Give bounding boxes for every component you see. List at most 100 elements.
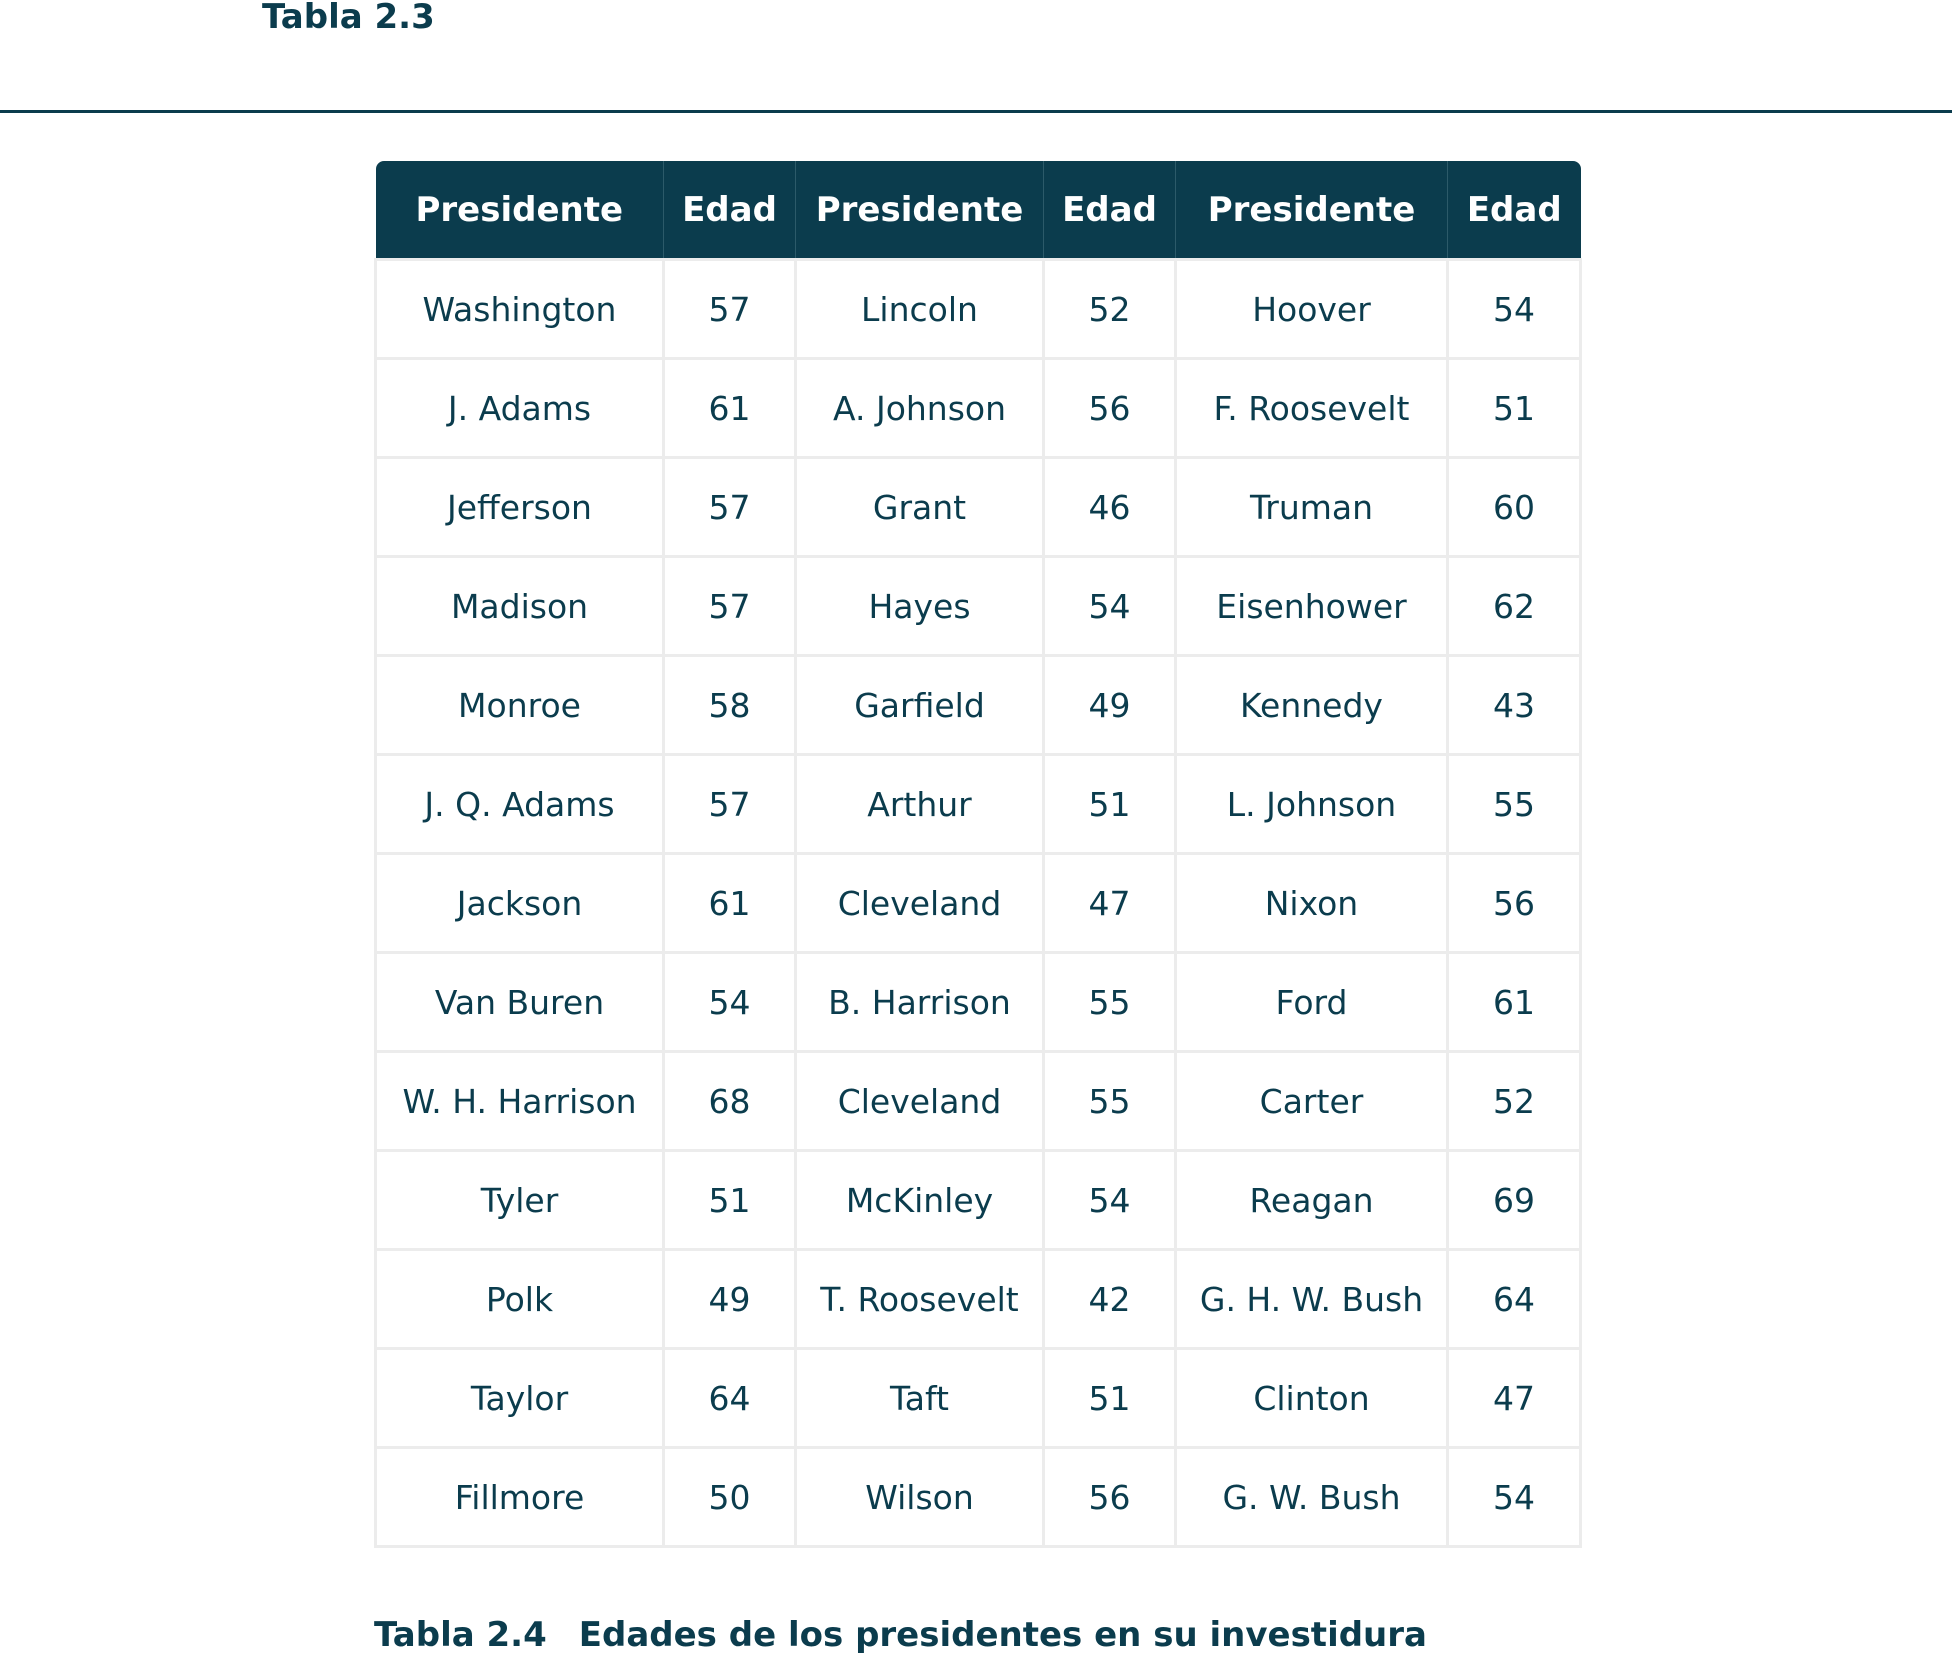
table-row: Jackson 61 Cleveland 47 Nixon 56: [374, 852, 1582, 954]
table-row: W. H. Harrison 68 Cleveland 55 Carter 52: [374, 1050, 1582, 1152]
age-cell: 61: [662, 357, 797, 459]
header-cell-presidente: Presidente: [1175, 161, 1448, 260]
age-cell: 69: [1446, 1149, 1582, 1251]
president-name-cell: T. Roosevelt: [794, 1248, 1045, 1350]
age-cell: 51: [1446, 357, 1582, 459]
age-cell: 58: [662, 654, 797, 756]
age-cell: 57: [662, 258, 797, 360]
president-name-cell: A. Johnson: [794, 357, 1045, 459]
age-cell: 61: [1446, 951, 1582, 1053]
president-name-cell: Lincoln: [794, 258, 1045, 360]
president-name-cell: Polk: [374, 1248, 665, 1350]
president-name-cell: Cleveland: [794, 852, 1045, 954]
president-name-cell: Jefferson: [374, 456, 665, 558]
age-cell: 55: [1446, 753, 1582, 855]
table-row: Fillmore 50 Wilson 56 G. W. Bush 54: [374, 1446, 1582, 1548]
president-name-cell: Grant: [794, 456, 1045, 558]
age-cell: 57: [662, 456, 797, 558]
age-cell: 56: [1446, 852, 1582, 954]
president-name-cell: Hoover: [1174, 258, 1449, 360]
age-cell: 57: [662, 555, 797, 657]
age-cell: 64: [662, 1347, 797, 1449]
section-divider: [0, 110, 1952, 113]
president-name-cell: Wilson: [794, 1446, 1045, 1548]
age-cell: 51: [1042, 753, 1177, 855]
caption-number: Tabla 2.4: [374, 1615, 547, 1655]
header-row: Presidente Edad Presidente Edad Presiden…: [375, 161, 1581, 260]
president-name-cell: Kennedy: [1174, 654, 1449, 756]
age-cell: 51: [662, 1149, 797, 1251]
president-name-cell: Van Buren: [374, 951, 665, 1053]
age-cell: 42: [1042, 1248, 1177, 1350]
president-name-cell: Ford: [1174, 951, 1449, 1053]
header-cell-edad: Edad: [1447, 161, 1581, 260]
table-row: Polk 49 T. Roosevelt 42 G. H. W. Bush 64: [374, 1248, 1582, 1350]
age-cell: 46: [1042, 456, 1177, 558]
caption-text: Edades de los presidentes en su investid…: [578, 1615, 1427, 1655]
president-name-cell: G. W. Bush: [1174, 1446, 1449, 1548]
president-name-cell: Garfield: [794, 654, 1045, 756]
president-name-cell: Jackson: [374, 852, 665, 954]
age-cell: 60: [1446, 456, 1582, 558]
table-row: Madison 57 Hayes 54 Eisenhower 62: [374, 555, 1582, 657]
table-row: Monroe 58 Garfield 49 Kennedy 43: [374, 654, 1582, 756]
president-name-cell: Nixon: [1174, 852, 1449, 954]
president-name-cell: Fillmore: [374, 1446, 665, 1548]
age-cell: 43: [1446, 654, 1582, 756]
previous-table-label: Tabla 2.3: [262, 0, 435, 37]
age-cell: 50: [662, 1446, 797, 1548]
president-name-cell: Arthur: [794, 753, 1045, 855]
table-row: Jefferson 57 Grant 46 Truman 60: [374, 456, 1582, 558]
age-cell: 51: [1042, 1347, 1177, 1449]
header-cell-presidente: Presidente: [795, 161, 1044, 260]
header-cell-edad: Edad: [1043, 161, 1176, 260]
president-name-cell: W. H. Harrison: [374, 1050, 665, 1152]
table-row: J. Adams 61 A. Johnson 56 F. Roosevelt 51: [374, 357, 1582, 459]
president-name-cell: J. Adams: [374, 357, 665, 459]
president-name-cell: Clinton: [1174, 1347, 1449, 1449]
table-row: Van Buren 54 B. Harrison 55 Ford 61: [374, 951, 1582, 1053]
president-name-cell: Taft: [794, 1347, 1045, 1449]
age-cell: 54: [1446, 258, 1582, 360]
age-cell: 68: [662, 1050, 797, 1152]
age-cell: 57: [662, 753, 797, 855]
age-cell: 54: [662, 951, 797, 1053]
table-header: Presidente Edad Presidente Edad Presiden…: [375, 161, 1581, 260]
president-name-cell: Washington: [374, 258, 665, 360]
president-name-cell: B. Harrison: [794, 951, 1045, 1053]
table-caption: Tabla 2.4 Edades de los presidentes en su…: [374, 1618, 1427, 1652]
age-cell: 47: [1446, 1347, 1582, 1449]
age-cell: 56: [1042, 1446, 1177, 1548]
president-name-cell: G. H. W. Bush: [1174, 1248, 1449, 1350]
header-cell-presidente: Presidente: [375, 161, 664, 260]
president-name-cell: Truman: [1174, 456, 1449, 558]
president-name-cell: McKinley: [794, 1149, 1045, 1251]
age-cell: 52: [1446, 1050, 1582, 1152]
table-row: J. Q. Adams 57 Arthur 51 L. Johnson 55: [374, 753, 1582, 855]
table-row: Taylor 64 Taft 51 Clinton 47: [374, 1347, 1582, 1449]
president-name-cell: Madison: [374, 555, 665, 657]
president-name-cell: F. Roosevelt: [1174, 357, 1449, 459]
age-cell: 64: [1446, 1248, 1582, 1350]
age-cell: 49: [1042, 654, 1177, 756]
president-name-cell: Hayes: [794, 555, 1045, 657]
president-name-cell: Monroe: [374, 654, 665, 756]
president-name-cell: Cleveland: [794, 1050, 1045, 1152]
president-name-cell: L. Johnson: [1174, 753, 1449, 855]
header-cell-edad: Edad: [663, 161, 796, 260]
age-cell: 47: [1042, 852, 1177, 954]
president-name-cell: Reagan: [1174, 1149, 1449, 1251]
age-cell: 62: [1446, 555, 1582, 657]
age-cell: 56: [1042, 357, 1177, 459]
age-cell: 61: [662, 852, 797, 954]
table-row: Tyler 51 McKinley 54 Reagan 69: [374, 1149, 1582, 1251]
president-name-cell: Taylor: [374, 1347, 665, 1449]
president-name-cell: Carter: [1174, 1050, 1449, 1152]
age-cell: 52: [1042, 258, 1177, 360]
presidents-ages-table: Presidente Edad Presidente Edad Presiden…: [374, 161, 1582, 1548]
president-name-cell: Tyler: [374, 1149, 665, 1251]
table-row: Washington 57 Lincoln 52 Hoover 54: [374, 258, 1582, 360]
age-cell: 54: [1042, 1149, 1177, 1251]
age-cell: 55: [1042, 1050, 1177, 1152]
age-cell: 55: [1042, 951, 1177, 1053]
